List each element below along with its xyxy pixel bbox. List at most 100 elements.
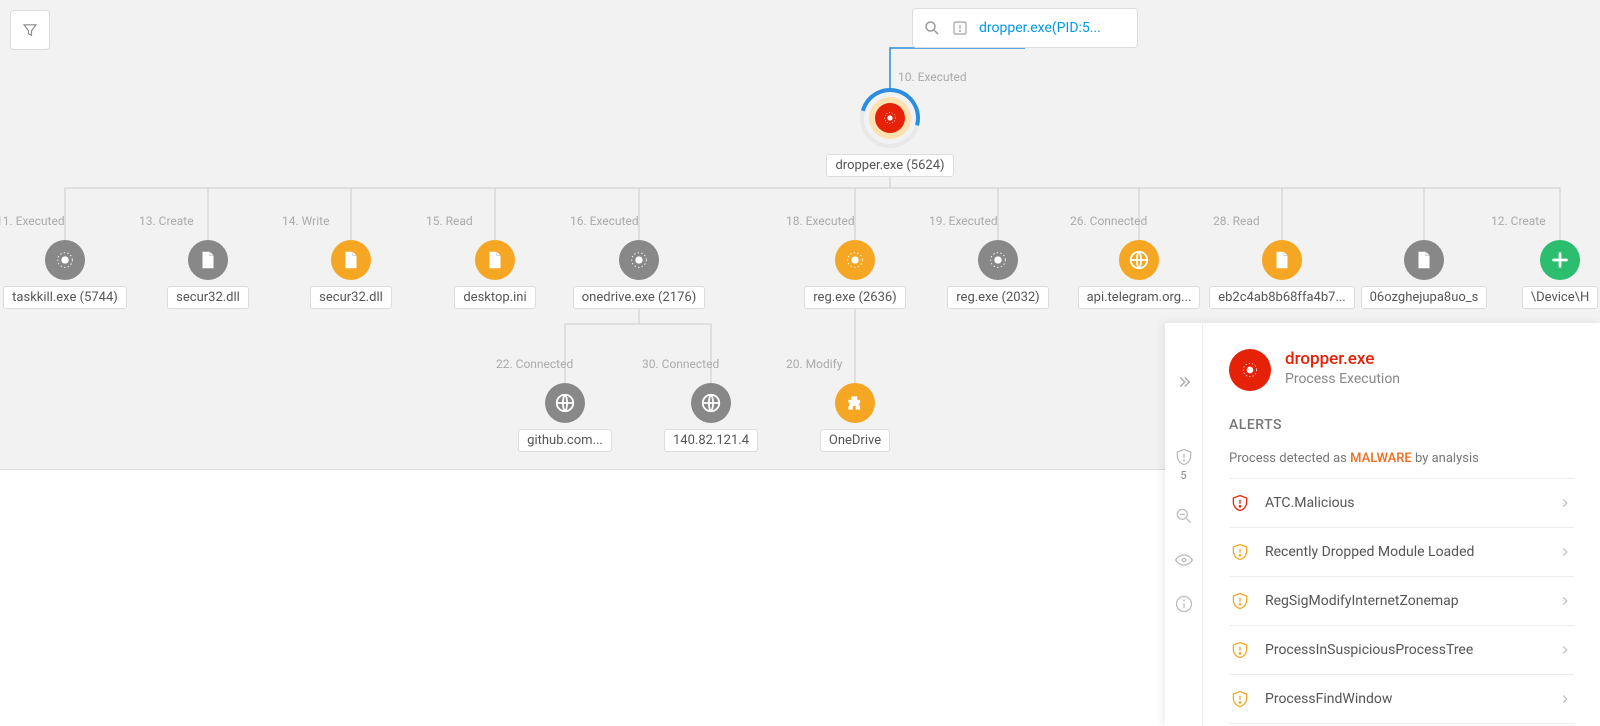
chevron-right-icon — [1558, 642, 1574, 658]
edge-label: 28. Read — [1207, 214, 1357, 228]
file-icon — [331, 240, 371, 280]
collapse-panel-button[interactable] — [1165, 369, 1203, 395]
file-icon — [475, 240, 515, 280]
shield-alert-icon — [1229, 541, 1251, 563]
edge-label-root: 10. Executed — [898, 70, 967, 84]
rail-alerts[interactable]: 5 — [1172, 447, 1196, 482]
node-process[interactable]: reg.exe (2032) — [918, 240, 1078, 309]
chevron-right-icon — [1558, 544, 1574, 560]
target-icon — [875, 103, 905, 133]
node-label: 06ozghejupa8uo_s — [1361, 286, 1488, 309]
node-file[interactable]: secur32.dll — [271, 240, 431, 309]
file-icon — [1404, 240, 1444, 280]
shield-icon — [1174, 447, 1194, 467]
edge-label: 26. Connected — [1064, 214, 1214, 228]
rail-info[interactable] — [1172, 594, 1196, 614]
file-icon — [188, 240, 228, 280]
alert-item[interactable]: RegSigModifyInternetZonemap — [1229, 577, 1574, 626]
process-icon — [619, 240, 659, 280]
net-icon — [545, 383, 585, 423]
node-file[interactable]: secur32.dll — [128, 240, 288, 309]
alert-name: RegSigModifyInternetZonemap — [1265, 593, 1558, 609]
node-root-label: dropper.exe (5624) — [826, 154, 953, 177]
node-root[interactable]: dropper.exe (5624) — [858, 88, 922, 177]
node-process[interactable]: reg.exe (2636) — [775, 240, 935, 309]
filter-icon — [21, 21, 39, 39]
target-icon — [1229, 349, 1271, 391]
node-net[interactable]: github.com... — [485, 383, 645, 452]
chevron-right-icon — [1558, 495, 1574, 511]
node-puzzle[interactable]: OneDrive — [775, 383, 935, 452]
info-icon — [1174, 594, 1194, 614]
node-label: github.com... — [518, 429, 612, 452]
node-file[interactable]: desktop.ini — [415, 240, 575, 309]
search-icon — [923, 19, 941, 37]
alert-item[interactable]: ProcessFindWindow — [1229, 675, 1574, 724]
file-icon — [1262, 240, 1302, 280]
double-chevron-right-icon — [1175, 373, 1193, 391]
node-label: eb2c4ab8b68ffa4b7... — [1209, 286, 1355, 309]
alert-name: ATC.Malicious — [1265, 495, 1558, 511]
detail-subtitle: Process Execution — [1285, 371, 1400, 387]
search-bar[interactable]: dropper.exe(PID:5... — [912, 8, 1138, 48]
alert-item[interactable]: ProcessInSuspiciousProcessTree — [1229, 626, 1574, 675]
alert-summary: Process detected as MALWARE by analysis — [1229, 451, 1574, 466]
alerts-header: ALERTS — [1229, 417, 1574, 433]
edge-label: 14. Write — [276, 214, 426, 228]
rail-investigate[interactable] — [1172, 506, 1196, 526]
edge-label: 22. Connected — [490, 357, 640, 371]
node-label: api.telegram.org... — [1078, 286, 1201, 309]
edge-label: 18. Executed — [780, 214, 930, 228]
edge-label: 12. Create — [1485, 214, 1600, 228]
shield-alert-icon — [1229, 492, 1251, 514]
filter-button[interactable] — [10, 10, 50, 50]
node-label: \Device\H — [1522, 286, 1598, 309]
chevron-right-icon — [1558, 593, 1574, 609]
alert-item[interactable]: Recently Dropped Module Loaded — [1229, 528, 1574, 577]
node-net[interactable]: api.telegram.org... — [1059, 240, 1219, 309]
edge-label: 13. Create — [133, 214, 283, 228]
chevron-right-icon — [1558, 691, 1574, 707]
net-icon — [1119, 240, 1159, 280]
edge-label: 11. Executed — [0, 214, 140, 228]
plus-icon — [1540, 240, 1580, 280]
alert-item[interactable]: ATC.Malicious — [1229, 479, 1574, 528]
alert-list: ATC.Malicious Recently Dropped Module Lo… — [1229, 478, 1574, 724]
node-label: secur32.dll — [167, 286, 249, 309]
puzzle-icon — [835, 383, 875, 423]
rail-alerts-count: 5 — [1180, 469, 1186, 482]
edge-label: 30. Connected — [636, 357, 786, 371]
process-icon — [45, 240, 85, 280]
node-file[interactable]: eb2c4ab8b68ffa4b7... — [1202, 240, 1362, 309]
node-label: reg.exe (2636) — [804, 286, 905, 309]
alert-name: Recently Dropped Module Loaded — [1265, 544, 1558, 560]
edge-label: 16. Executed — [564, 214, 714, 228]
node-label: OneDrive — [820, 429, 890, 452]
edge-label: 19. Executed — [923, 214, 1073, 228]
alert-name: ProcessFindWindow — [1265, 691, 1558, 707]
process-icon — [835, 240, 875, 280]
node-net[interactable]: 140.82.121.4 — [631, 383, 791, 452]
shield-alert-icon — [1229, 639, 1251, 661]
net-icon — [691, 383, 731, 423]
alert-name: ProcessInSuspiciousProcessTree — [1265, 642, 1558, 658]
detail-panel: 5 dropper.exe Process Execution ALERTS P… — [1165, 323, 1600, 726]
process-icon — [978, 240, 1018, 280]
alert-square-icon — [951, 19, 969, 37]
shield-alert-icon — [1229, 590, 1251, 612]
node-label: 140.82.121.4 — [664, 429, 758, 452]
node-process[interactable]: taskkill.exe (5744) — [0, 240, 145, 309]
search-detail-icon — [1174, 506, 1194, 526]
detail-title: dropper.exe — [1285, 349, 1400, 369]
node-process[interactable]: onedrive.exe (2176) — [559, 240, 719, 309]
eye-icon — [1174, 550, 1194, 570]
edge-label: 15. Read — [420, 214, 570, 228]
node-label: desktop.ini — [454, 286, 535, 309]
node-label: reg.exe (2032) — [947, 286, 1048, 309]
edge-label: 20. Modify — [780, 357, 930, 371]
node-plus[interactable]: \Device\H — [1480, 240, 1600, 309]
rail-visibility[interactable] — [1172, 550, 1196, 570]
node-label: onedrive.exe (2176) — [573, 286, 705, 309]
shield-alert-icon — [1229, 688, 1251, 710]
search-text: dropper.exe(PID:5... — [979, 20, 1127, 36]
